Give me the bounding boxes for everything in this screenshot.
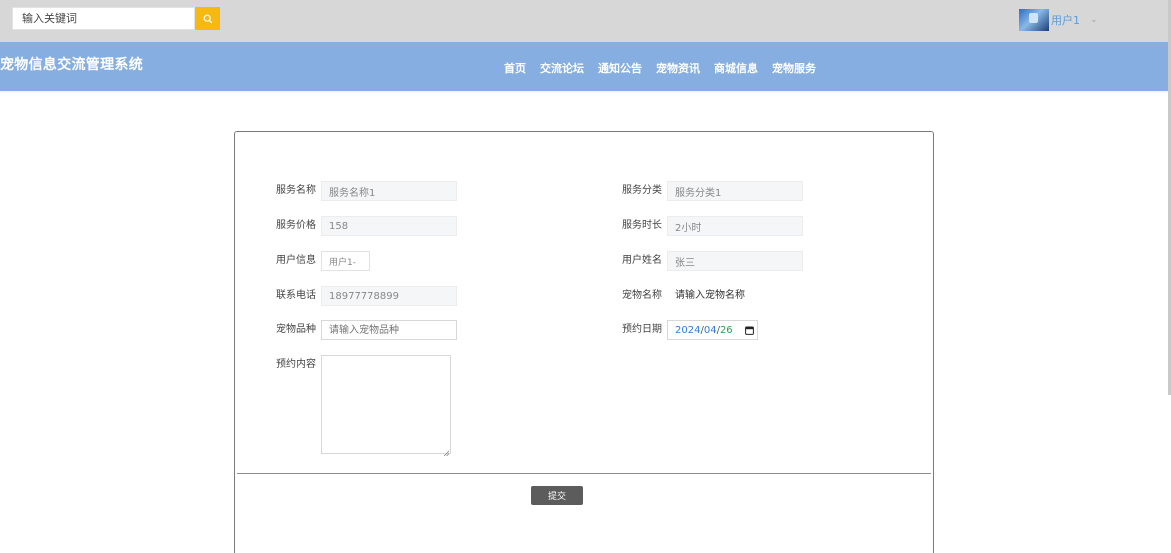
nav-item-pet-service[interactable]: 宠物服务 — [772, 60, 816, 76]
avatar — [1019, 9, 1049, 31]
date-month: 04 — [703, 324, 717, 336]
appointment-content-field: 预约内容 — [276, 355, 451, 458]
form-divider — [237, 473, 931, 474]
date-day: 26 — [719, 324, 733, 336]
chevron-down-icon: ⌄ — [1090, 15, 1098, 25]
appointment-date-label: 预约日期 — [622, 324, 662, 335]
phone-label: 联系电话 — [276, 290, 316, 301]
appointment-content-textarea[interactable] — [321, 355, 451, 454]
appointment-content-label: 预约内容 — [276, 359, 316, 370]
service-duration-input[interactable] — [667, 216, 803, 236]
appointment-date-input[interactable]: 2024 / 04 / 26 — [667, 320, 758, 340]
nav-item-shop[interactable]: 商城信息 — [714, 60, 758, 76]
service-category-field: 服务分类 — [622, 181, 803, 201]
nav-item-notice[interactable]: 通知公告 — [598, 60, 642, 76]
service-name-field: 服务名称 — [276, 181, 457, 201]
user-menu[interactable]: 用户1 ⌄ — [1019, 9, 1098, 31]
service-category-input[interactable] — [667, 181, 803, 201]
user-info-field: 用户信息 — [276, 251, 370, 271]
user-info-label: 用户信息 — [276, 255, 316, 266]
search-icon — [203, 14, 212, 23]
resize-grip-icon[interactable] — [443, 450, 449, 456]
search-input[interactable] — [12, 7, 195, 30]
submit-button[interactable]: 提交 — [531, 486, 583, 505]
nav-item-home[interactable]: 首页 — [504, 60, 526, 76]
service-name-input[interactable] — [321, 181, 457, 201]
service-duration-field: 服务时长 — [622, 216, 803, 236]
service-category-label: 服务分类 — [622, 185, 662, 196]
service-duration-label: 服务时长 — [622, 220, 662, 231]
pet-breed-field: 宠物品种 — [276, 320, 457, 340]
nav-item-pet-news[interactable]: 宠物资讯 — [656, 60, 700, 76]
user-info-select[interactable] — [321, 251, 370, 271]
phone-input[interactable] — [321, 286, 457, 306]
service-price-label: 服务价格 — [276, 220, 316, 231]
appointment-date-field: 预约日期 2024 / 04 / 26 — [622, 320, 758, 340]
pet-name-value[interactable]: 请输入宠物名称 — [667, 286, 745, 306]
phone-field: 联系电话 — [276, 286, 457, 306]
top-bar: 用户1 ⌄ — [0, 0, 1171, 42]
date-year: 2024 — [675, 324, 701, 336]
site-title: 宠物信息交流管理系统 — [0, 57, 143, 73]
service-name-label: 服务名称 — [276, 185, 316, 196]
service-price-input[interactable] — [321, 216, 457, 236]
pet-name-label: 宠物名称 — [622, 290, 662, 301]
main-nav: 首页 交流论坛 通知公告 宠物资讯 商城信息 宠物服务 — [504, 60, 830, 76]
search-button[interactable] — [195, 7, 220, 30]
pet-name-field: 宠物名称 请输入宠物名称 — [622, 286, 745, 306]
user-name-input[interactable] — [667, 251, 803, 271]
nav-item-forum[interactable]: 交流论坛 — [540, 60, 584, 76]
calendar-icon[interactable] — [744, 326, 754, 335]
user-name: 用户1 — [1051, 14, 1080, 27]
user-name-field: 用户姓名 — [622, 251, 803, 271]
service-price-field: 服务价格 — [276, 216, 457, 236]
user-name-label: 用户姓名 — [622, 255, 662, 266]
pet-breed-label: 宠物品种 — [276, 324, 316, 335]
pet-breed-input[interactable] — [321, 320, 457, 340]
nav-bar: 宠物信息交流管理系统 首页 交流论坛 通知公告 宠物资讯 商城信息 宠物服务 — [0, 42, 1171, 91]
